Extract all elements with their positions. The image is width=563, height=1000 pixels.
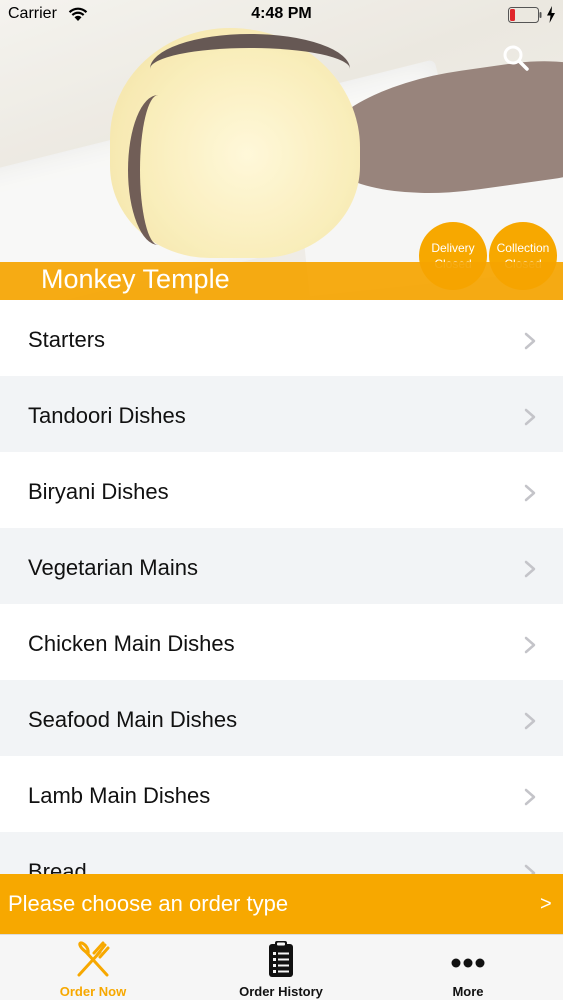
order-type-prompt: Please choose an order type	[8, 891, 289, 916]
menu-category-label: Vegetarian Mains	[28, 555, 198, 580]
menu-category-row[interactable]: Bread	[0, 832, 563, 874]
tab-bar: Order Now Order History More	[0, 934, 563, 1000]
chevron-right-icon	[524, 712, 536, 730]
menu-category-label: Seafood Main Dishes	[28, 707, 238, 732]
menu-category-row[interactable]: Seafood Main Dishes	[0, 680, 563, 756]
chevron-right-icon	[524, 332, 536, 350]
tab-label: Order History	[239, 984, 323, 999]
status-time: 4:48 PM	[251, 5, 312, 22]
chevron-right-icon	[524, 864, 536, 874]
menu-category-label: Bread	[28, 859, 87, 874]
menu-category-label: Starters	[28, 327, 106, 352]
menu-category-row[interactable]: Lamb Main Dishes	[0, 756, 563, 832]
chevron-right-icon	[524, 560, 536, 578]
menu-category-row[interactable]: Starters	[0, 300, 563, 376]
menu-category-label: Lamb Main Dishes	[28, 783, 211, 808]
tab-label: Order Now	[59, 984, 127, 999]
menu-category-row[interactable]: Biryani Dishes	[0, 452, 563, 528]
charging-bolt-icon	[547, 6, 555, 23]
tab-order-history[interactable]: Order History	[211, 935, 351, 1000]
search-icon[interactable]	[502, 44, 530, 72]
menu-category-row[interactable]: Chicken Main Dishes	[0, 604, 563, 680]
collection-badge-title: Collection	[496, 241, 550, 255]
chevron-right-icon	[524, 484, 536, 502]
menu-category-label: Biryani Dishes	[28, 479, 169, 504]
menu-category-label: Chicken Main Dishes	[28, 631, 235, 656]
menu-category-row[interactable]: Tandoori Dishes	[0, 376, 563, 452]
tab-label: More	[452, 984, 484, 999]
menu-category-label: Tandoori Dishes	[28, 403, 186, 428]
fork-knife-icon	[77, 941, 110, 977]
restaurant-name: Monkey Temple	[41, 264, 230, 294]
choose-order-type-button[interactable]: Please choose an order type >	[0, 874, 563, 934]
status-bar: Carrier 4:48 PM	[0, 0, 563, 30]
tab-more[interactable]: More	[398, 935, 538, 1000]
chevron-right-icon	[524, 788, 536, 806]
order-type-arrow-icon: >	[540, 893, 552, 915]
more-dots-icon	[451, 958, 485, 968]
tab-order-now[interactable]: Order Now	[23, 935, 163, 1000]
battery-icon	[508, 7, 542, 23]
chevron-right-icon	[524, 636, 536, 654]
menu-category-list: Starters Tandoori Dishes Biryani Dishes …	[0, 300, 563, 874]
delivery-badge-title: Delivery	[431, 241, 475, 255]
chevron-right-icon	[524, 408, 536, 426]
clipboard-list-icon	[269, 941, 293, 977]
menu-category-row[interactable]: Vegetarian Mains	[0, 528, 563, 604]
